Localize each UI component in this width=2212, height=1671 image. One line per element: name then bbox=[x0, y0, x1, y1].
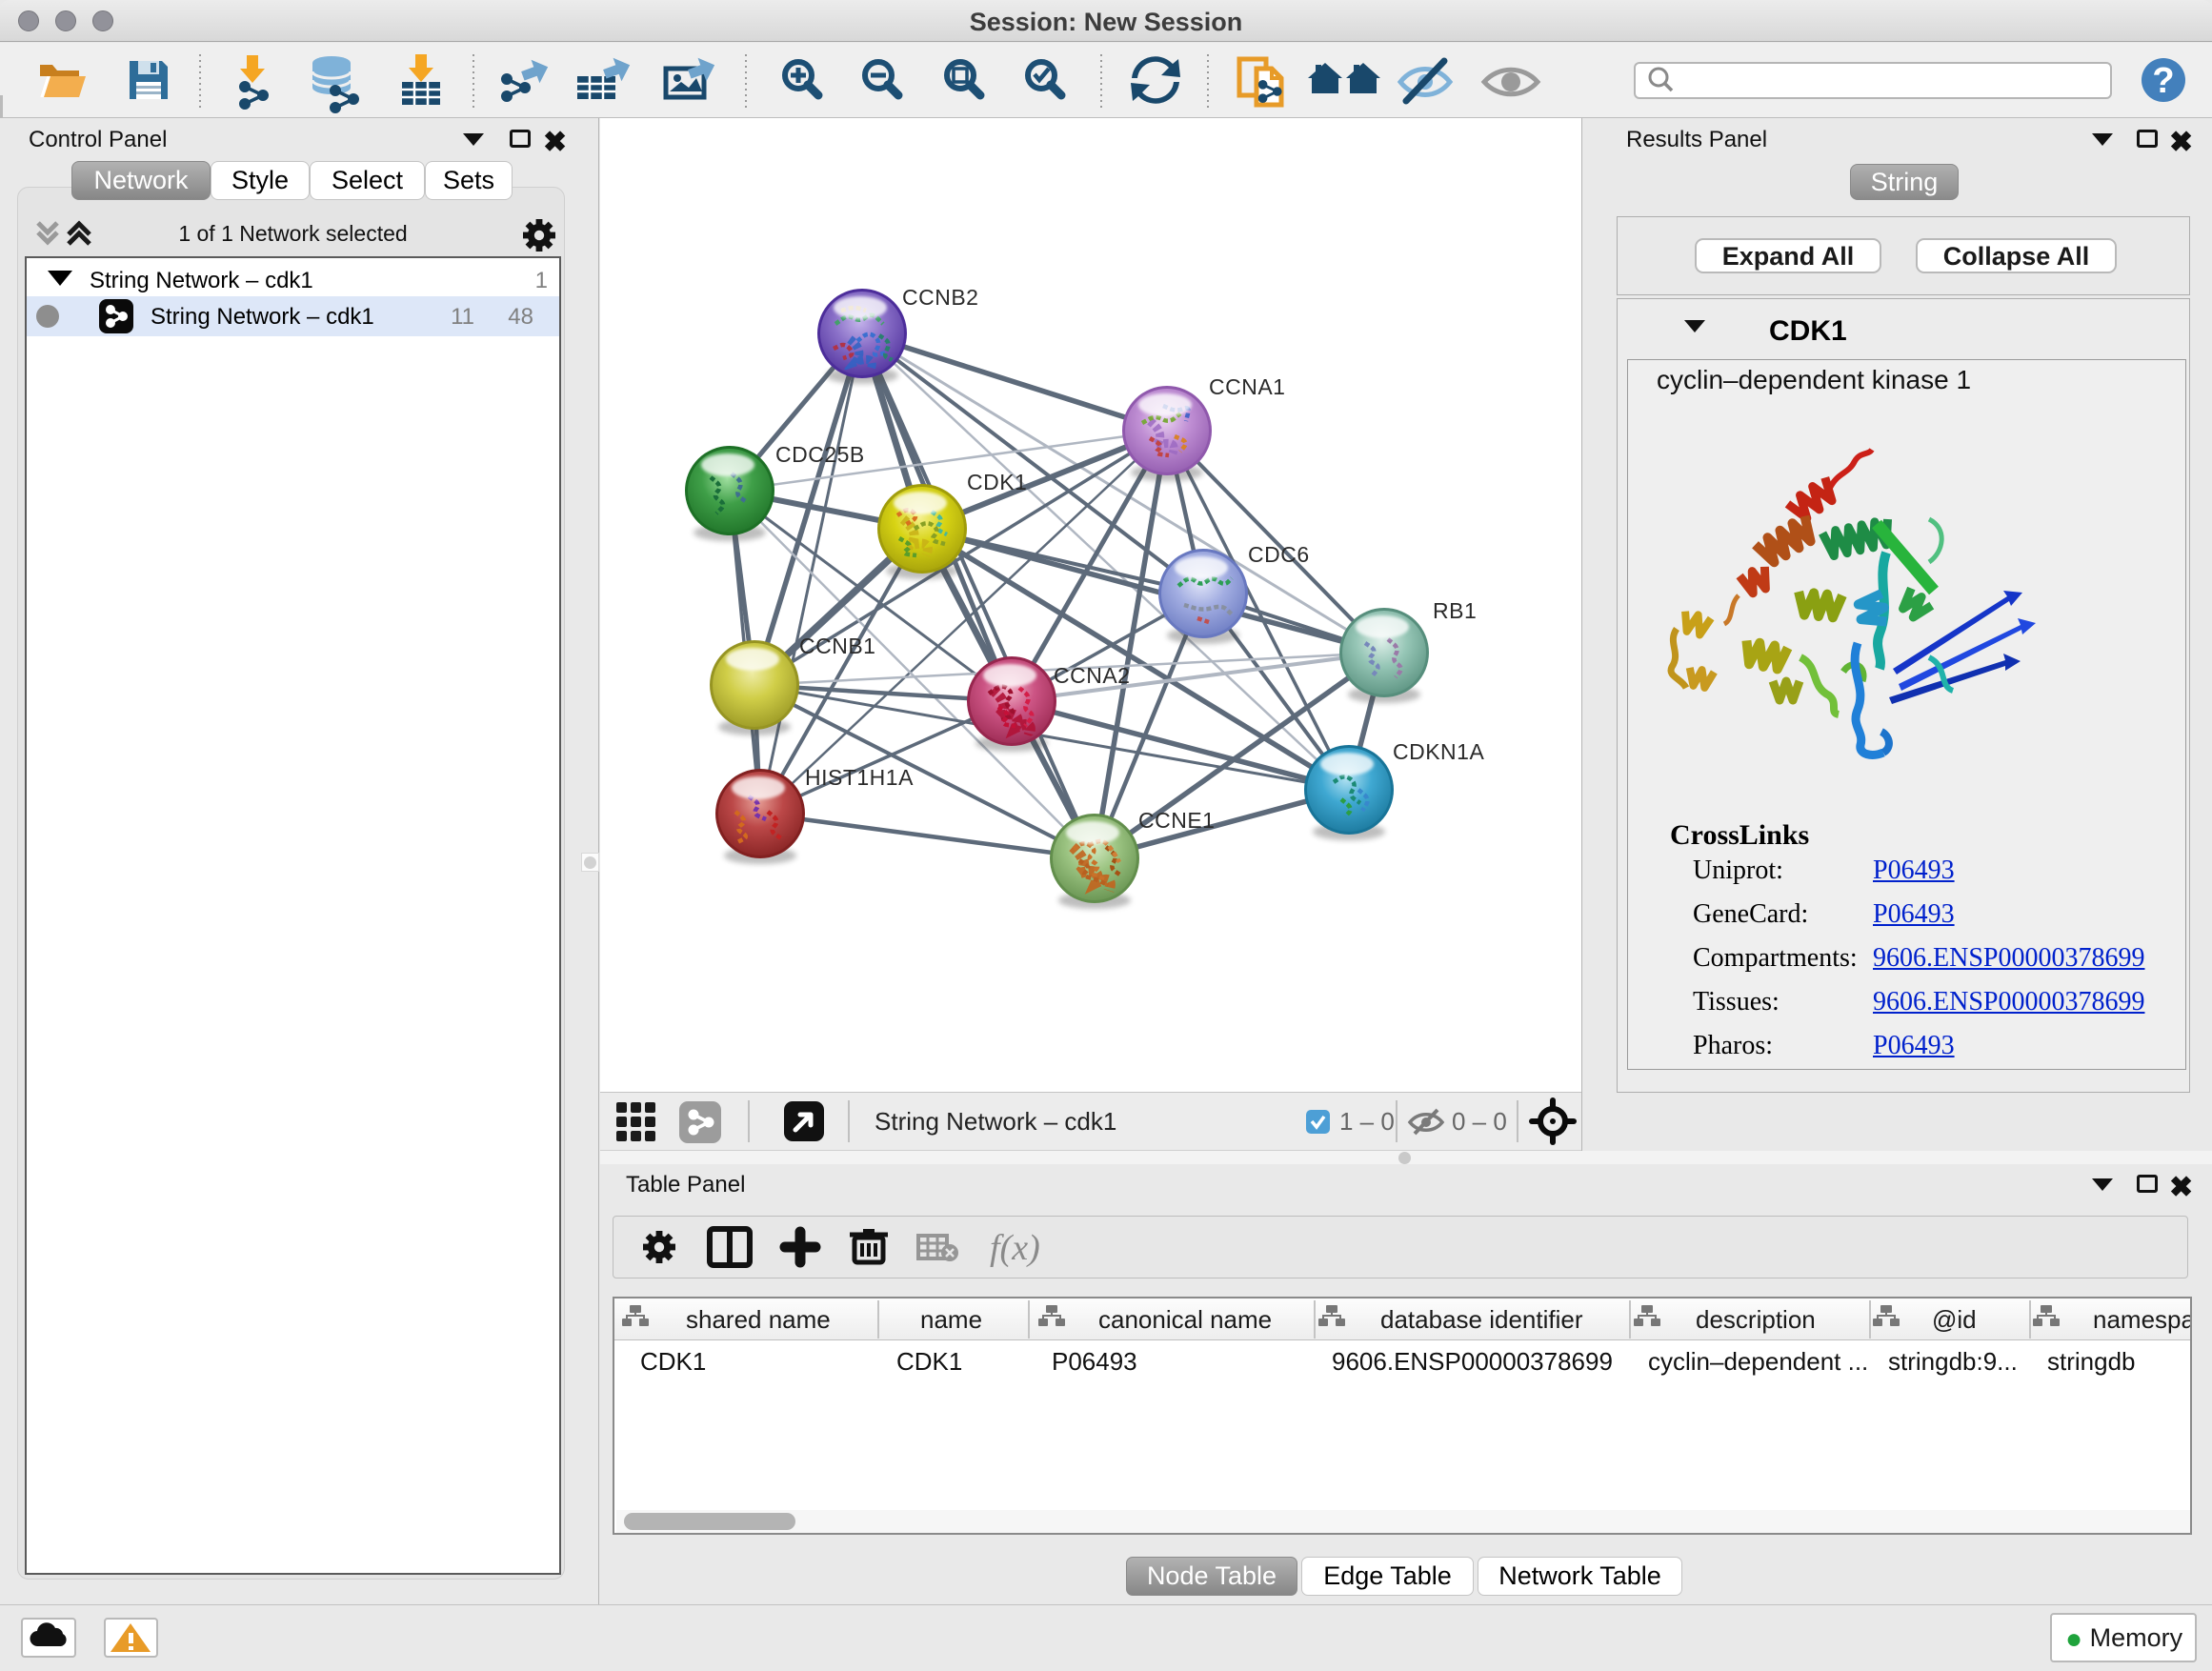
svg-text:CDKN1A: CDKN1A bbox=[1393, 739, 1484, 764]
svg-text:RB1: RB1 bbox=[1433, 598, 1477, 623]
svg-text:1 – 0: 1 – 0 bbox=[1339, 1107, 1395, 1136]
svg-text:canonical name: canonical name bbox=[1098, 1305, 1272, 1334]
svg-text:CDK1: CDK1 bbox=[967, 470, 1027, 494]
svg-text:HIST1H1A: HIST1H1A bbox=[805, 765, 914, 790]
svg-text:CCNB1: CCNB1 bbox=[799, 634, 875, 658]
svg-text:CCNA1: CCNA1 bbox=[1209, 374, 1285, 399]
svg-text:database identifier: database identifier bbox=[1380, 1305, 1583, 1334]
svg-text:CCNA2: CCNA2 bbox=[1054, 663, 1130, 688]
svg-text:CCNB2: CCNB2 bbox=[902, 285, 978, 310]
svg-text:0 – 0: 0 – 0 bbox=[1452, 1107, 1507, 1136]
svg-text:name: name bbox=[920, 1305, 982, 1334]
svg-text:f(x): f(x) bbox=[990, 1228, 1040, 1268]
svg-text:@id: @id bbox=[1932, 1305, 1977, 1334]
svg-text:CDC6: CDC6 bbox=[1248, 542, 1310, 567]
svg-text:?: ? bbox=[2152, 61, 2174, 101]
svg-text:CDC25B: CDC25B bbox=[775, 442, 865, 467]
svg-text:String Network – cdk1: String Network – cdk1 bbox=[875, 1107, 1116, 1136]
svg-text:description: description bbox=[1696, 1305, 1816, 1334]
svg-text:CCNE1: CCNE1 bbox=[1138, 808, 1215, 833]
svg-text:namespac: namespac bbox=[2093, 1305, 2192, 1334]
svg-text:shared name: shared name bbox=[686, 1305, 831, 1334]
